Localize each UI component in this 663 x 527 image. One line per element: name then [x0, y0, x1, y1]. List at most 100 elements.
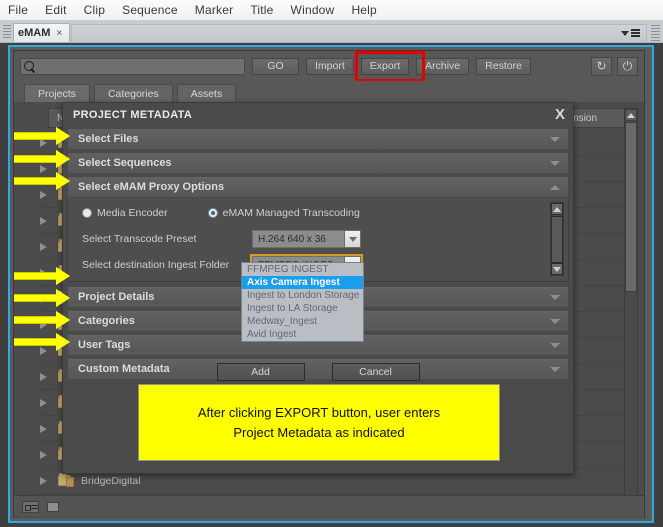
folder-open-icon	[58, 473, 74, 487]
dropdown-option-medway-ingest[interactable]: Medway_Ingest	[242, 315, 363, 328]
proxy-vertical-scrollbar[interactable]	[550, 202, 564, 276]
chevron-down-icon[interactable]	[550, 160, 560, 166]
chevron-down-icon[interactable]	[344, 230, 361, 248]
close-icon[interactable]: X	[553, 107, 567, 122]
transcode-preset-row: Select Transcode Preset H.264 640 x 36	[82, 230, 568, 248]
scroll-up-arrow-icon[interactable]	[551, 203, 563, 215]
grid-view-icon[interactable]	[47, 501, 59, 512]
panel-menu-icon[interactable]	[621, 29, 640, 38]
menu-item-help[interactable]: Help	[351, 3, 376, 17]
menu-item-sequence[interactable]: Sequence	[122, 3, 178, 17]
chevron-down-icon[interactable]	[550, 294, 560, 300]
annotation-arrow-select-files	[14, 127, 70, 145]
annotation-arrow-user-tags	[14, 311, 70, 329]
section-label: Select eMAM Proxy Options	[78, 181, 225, 193]
expand-triangle-icon[interactable]	[40, 190, 47, 199]
dropdown-option-ingest-london[interactable]: Ingest to London Storage	[242, 289, 363, 302]
dropdown-option-avid-ingest[interactable]: Avid Ingest	[242, 328, 363, 341]
restore-button[interactable]: Restore	[476, 57, 531, 75]
panel-resize-handle[interactable]	[651, 25, 660, 41]
tab-emam[interactable]: eMAM ×	[13, 23, 71, 42]
expand-triangle-icon[interactable]	[40, 242, 47, 251]
proxy-radio-group: Media Encoder eMAM Managed Transcoding	[82, 207, 568, 219]
section-label: Categories	[78, 315, 135, 327]
hamburger-icon	[631, 29, 640, 38]
menu-item-clip[interactable]: Clip	[84, 3, 105, 17]
dialog-button-row: Add Cancel	[63, 363, 573, 381]
section-select-sequences[interactable]: Select Sequences	[67, 152, 569, 174]
tab-drag-handle[interactable]	[3, 25, 11, 39]
annotation-arrow-project-details	[14, 267, 70, 285]
cancel-button[interactable]: Cancel	[331, 363, 420, 381]
menu-item-marker[interactable]: Marker	[195, 3, 234, 17]
chevron-down-icon[interactable]	[550, 342, 560, 348]
power-icon[interactable]: ⏻	[617, 56, 638, 76]
expand-triangle-icon[interactable]	[40, 424, 47, 433]
scroll-thumb[interactable]	[551, 216, 563, 263]
section-select-files[interactable]: Select Files	[67, 128, 569, 150]
page-title: PROJECT METADATA	[73, 108, 193, 121]
screenshot-root: File Edit Clip Sequence Marker Title Win…	[0, 0, 663, 527]
scroll-thumb[interactable]	[625, 122, 637, 292]
section-label: User Tags	[78, 339, 131, 351]
add-button[interactable]: Add	[216, 363, 305, 381]
annotation-arrow-custom-metadata	[14, 333, 70, 351]
tree-vertical-scrollbar[interactable]	[624, 108, 638, 512]
radio-media-encoder[interactable]	[82, 208, 92, 218]
transcode-preset-label: Select Transcode Preset	[82, 233, 197, 245]
section-label: Select Files	[78, 133, 139, 145]
search-input[interactable]	[20, 57, 245, 75]
tab-emam-label: eMAM	[18, 27, 51, 39]
section-select-emam-proxy-options[interactable]: Select eMAM Proxy Options	[67, 176, 569, 198]
import-button[interactable]: Import	[306, 57, 354, 75]
close-icon[interactable]: ×	[56, 28, 62, 39]
dialog-title-bar: PROJECT METADATA X	[63, 103, 573, 126]
menu-item-title[interactable]: Title	[250, 3, 273, 17]
section-label: Select Sequences	[78, 157, 172, 169]
emam-subtabs: Projects Categories Assets	[14, 81, 644, 102]
expand-triangle-icon[interactable]	[40, 216, 47, 225]
menu-item-file[interactable]: File	[8, 3, 28, 17]
menu-item-window[interactable]: Window	[291, 3, 335, 17]
go-button[interactable]: GO	[252, 57, 299, 75]
transcode-preset-select[interactable]: H.264 640 x 36	[252, 230, 361, 248]
transcode-preset-value: H.264 640 x 36	[252, 230, 344, 248]
refresh-icon[interactable]: ↻	[591, 56, 612, 76]
radio-emam-managed-transcoding[interactable]	[207, 208, 218, 218]
annotation-arrow-select-emam-proxy-options	[14, 172, 70, 190]
radio-emam-label: eMAM Managed Transcoding	[222, 207, 360, 219]
list-view-icon[interactable]	[22, 500, 39, 513]
chevron-down-icon[interactable]	[550, 318, 560, 324]
tree-item-label: BridgeDigital	[81, 474, 141, 487]
chevron-down-icon	[621, 31, 629, 36]
expand-triangle-icon[interactable]	[40, 476, 47, 485]
export-button[interactable]: Export	[360, 57, 410, 75]
tab-categories[interactable]: Categories	[93, 84, 173, 102]
expand-triangle-icon[interactable]	[40, 372, 47, 381]
expand-triangle-icon[interactable]	[40, 450, 47, 459]
dropdown-option-ingest-la[interactable]: Ingest to LA Storage	[242, 302, 363, 315]
tab-strip: eMAM ×	[0, 21, 663, 43]
menu-bar: File Edit Clip Sequence Marker Title Win…	[0, 0, 663, 21]
chevron-up-icon[interactable]	[550, 184, 560, 190]
scroll-down-arrow-icon[interactable]	[551, 263, 563, 275]
annotation-arrow-select-sequences	[14, 150, 70, 168]
chevron-down-icon[interactable]	[550, 136, 560, 142]
expand-triangle-icon[interactable]	[40, 398, 47, 407]
ingest-folder-label: Select destination Ingest Folder	[82, 259, 230, 271]
scroll-up-arrow-icon[interactable]	[625, 109, 637, 121]
export-button-wrapper: Export	[354, 50, 425, 82]
annotation-arrow-categories	[14, 289, 70, 307]
dropdown-option-axis-camera-ingest[interactable]: Axis Camera Ingest	[242, 276, 363, 289]
archive-button[interactable]: Archive	[416, 57, 470, 75]
annotation-callout: After clicking EXPORT button, user enter…	[138, 384, 500, 461]
tab-assets[interactable]: Assets	[176, 84, 237, 102]
section-label: Project Details	[78, 291, 155, 303]
emam-statusbar	[14, 495, 644, 517]
menu-item-edit[interactable]: Edit	[45, 3, 66, 17]
tab-strip-filler	[71, 24, 647, 42]
radio-media-encoder-label: Media Encoder	[97, 207, 168, 219]
ingest-folder-dropdown-list[interactable]: FFMPEG INGEST Axis Camera Ingest Ingest …	[241, 262, 364, 342]
dropdown-option-ffmpeg-ingest[interactable]: FFMPEG INGEST	[242, 263, 363, 276]
tab-projects[interactable]: Projects	[24, 84, 90, 102]
